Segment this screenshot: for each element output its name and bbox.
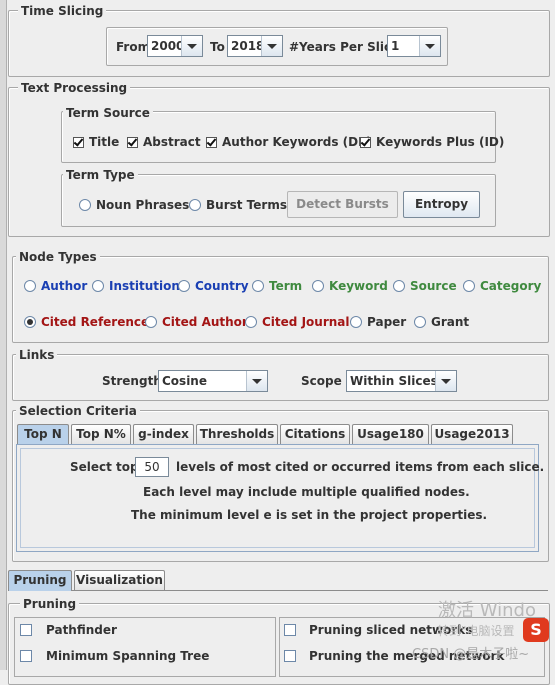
tab-top-n[interactable]: Top N	[17, 424, 69, 445]
entropy-button[interactable]: Entropy	[403, 191, 480, 218]
chevron-down-icon[interactable]	[261, 36, 282, 56]
csdn-watermark: CSDN @是木子啦~	[412, 647, 530, 662]
abstract-checkbox[interactable]	[127, 137, 138, 148]
chevron-down-icon[interactable]	[435, 371, 456, 391]
term-source-legend: Term Source	[63, 106, 153, 120]
years-per-slice-label: #Years Per Slice	[289, 40, 400, 54]
from-year-combo[interactable]: 2000	[147, 35, 203, 57]
to-year-value: 2018	[231, 39, 265, 53]
strength-combo[interactable]: Cosine	[158, 370, 268, 392]
scope-value: Within Slices	[350, 374, 438, 388]
selection-criteria-legend: Selection Criteria	[16, 404, 140, 418]
chevron-down-icon[interactable]	[246, 371, 267, 391]
paper-label: Paper	[367, 315, 407, 329]
sogou-logo-icon: S	[523, 618, 549, 642]
from-label: From	[116, 40, 151, 54]
levels-description: levels of most cited or occurred items f…	[176, 460, 545, 474]
cited-reference-radio[interactable]	[24, 316, 36, 328]
term-label: Term	[269, 279, 303, 293]
time-slicing-legend: Time Slicing	[18, 4, 107, 18]
term-type-legend: Term Type	[63, 168, 138, 182]
burst-terms-label: Burst Terms	[206, 198, 287, 212]
keywords-plus-label: Keywords Plus (ID)	[376, 135, 505, 149]
tab-g-index[interactable]: g-index	[133, 424, 194, 444]
country-radio[interactable]	[178, 280, 190, 292]
strength-value: Cosine	[162, 374, 207, 388]
pathfinder-label: Pathfinder	[46, 623, 117, 637]
pathfinder-checkbox[interactable]	[20, 624, 32, 636]
left-window-strip	[0, 0, 7, 670]
activate-windows-subtext: 转到"电脑设置	[437, 624, 515, 638]
title-checkbox[interactable]	[73, 137, 84, 148]
paper-radio[interactable]	[350, 316, 362, 328]
author-keywords-label: Author Keywords (DE)	[222, 135, 372, 149]
keyword-radio[interactable]	[312, 280, 324, 292]
tab-usage2013[interactable]: Usage2013	[431, 424, 513, 444]
cited-journal-radio[interactable]	[245, 316, 257, 328]
term-radio[interactable]	[252, 280, 264, 292]
keyword-label: Keyword	[329, 279, 388, 293]
grant-label: Grant	[431, 315, 470, 329]
pruning-sliced-checkbox[interactable]	[284, 624, 296, 636]
text-processing-legend: Text Processing	[18, 81, 131, 95]
years-per-slice-value: 1	[391, 39, 400, 53]
country-label: Country	[195, 279, 249, 293]
years-per-slice-combo[interactable]: 1	[387, 35, 441, 57]
select-top-label: Select top	[70, 460, 139, 474]
noun-phrases-radio[interactable]	[79, 199, 91, 211]
author-keywords-checkbox[interactable]	[206, 137, 217, 148]
cited-reference-label: Cited Reference	[41, 315, 150, 329]
pruning-merged-checkbox[interactable]	[284, 650, 296, 662]
activate-windows-watermark: 激活 Windo	[438, 600, 536, 621]
tab-usage180[interactable]: Usage180	[352, 424, 429, 444]
bottom-tab-strip-line	[8, 590, 548, 591]
chevron-down-icon[interactable]	[419, 36, 440, 56]
tab-visualization[interactable]: Visualization	[74, 570, 165, 590]
strength-label: Strength	[102, 374, 162, 388]
node-types-panel	[12, 256, 549, 343]
source-radio[interactable]	[393, 280, 405, 292]
select-top-input[interactable]: 50	[135, 457, 169, 477]
mst-label: Minimum Spanning Tree	[46, 649, 210, 663]
to-year-combo[interactable]: 2018	[227, 35, 283, 57]
chevron-down-icon[interactable]	[181, 36, 202, 56]
source-label: Source	[410, 279, 457, 293]
level-note-2: The minimum level e is set in the projec…	[131, 508, 488, 522]
category-label: Category	[480, 279, 542, 293]
author-label: Author	[41, 279, 88, 293]
category-radio[interactable]	[463, 280, 475, 292]
grant-radio[interactable]	[414, 316, 426, 328]
institution-radio[interactable]	[92, 280, 104, 292]
to-label: To	[210, 40, 225, 54]
abstract-label: Abstract	[143, 135, 201, 149]
mst-checkbox[interactable]	[20, 650, 32, 662]
node-types-legend: Node Types	[16, 250, 100, 264]
tab-pruning[interactable]: Pruning	[8, 570, 72, 591]
scope-label: Scope	[301, 374, 342, 388]
scope-combo[interactable]: Within Slices	[346, 370, 457, 392]
detect-bursts-button[interactable]: Detect Bursts	[287, 191, 398, 218]
burst-terms-radio[interactable]	[189, 199, 201, 211]
title-label: Title	[89, 135, 120, 149]
author-radio[interactable]	[24, 280, 36, 292]
tab-top-n-percent[interactable]: Top N%	[71, 424, 131, 444]
tab-citations[interactable]: Citations	[280, 424, 350, 444]
noun-phrases-label: Noun Phrases	[96, 198, 190, 212]
cited-journal-label: Cited Journal	[262, 315, 350, 329]
links-panel	[12, 354, 549, 401]
institution-label: Institution	[109, 279, 180, 293]
links-legend: Links	[16, 348, 58, 362]
cited-author-label: Cited Author	[162, 315, 248, 329]
from-year-value: 2000	[151, 39, 185, 53]
level-note-1: Each level may include multiple qualifie…	[143, 485, 470, 499]
tab-thresholds[interactable]: Thresholds	[196, 424, 278, 444]
cited-author-radio[interactable]	[145, 316, 157, 328]
keywords-plus-checkbox[interactable]	[360, 137, 371, 148]
pruning-legend: Pruning	[20, 597, 80, 611]
